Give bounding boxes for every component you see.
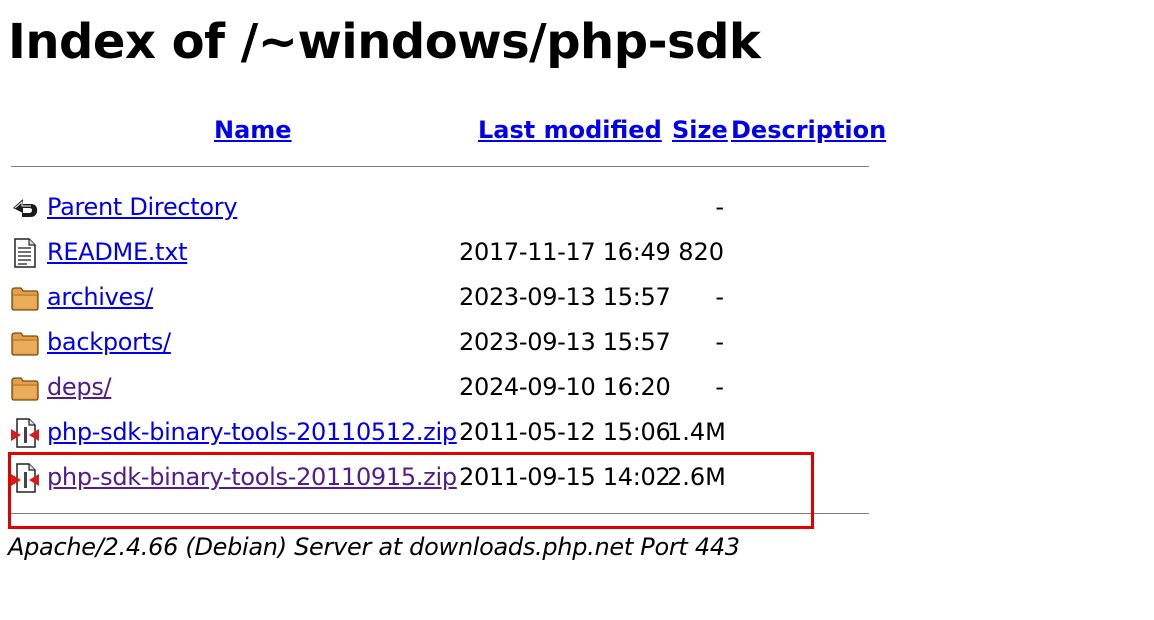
sort-by-description-link[interactable]: Description — [731, 114, 886, 146]
sort-by-name-link[interactable]: Name — [214, 114, 292, 146]
last-modified-cell: 2023-09-13 15:57 — [459, 328, 671, 356]
last-modified-cell: 2011-09-15 14:02 — [459, 463, 671, 491]
folder-icon — [10, 373, 40, 403]
table-row-backports: backports/ 2023-09-13 15:57 - — [0, 324, 900, 366]
last-modified-cell: 2017-11-17 16:49 — [459, 238, 671, 266]
table-row-sdk-20110512: php-sdk-binary-tools-20110512.zip 2011-0… — [0, 414, 900, 456]
size-cell: 2.6M — [667, 463, 726, 491]
compressed-file-icon — [10, 418, 40, 448]
header-divider — [11, 166, 869, 167]
archives-folder-link[interactable]: archives/ — [47, 281, 153, 313]
parent-directory-link[interactable]: Parent Directory — [47, 191, 238, 223]
size-cell: - — [715, 193, 724, 221]
table-row-parent-directory: Parent Directory - — [0, 189, 900, 231]
footer-divider — [11, 513, 869, 514]
back-arrow-icon — [10, 193, 40, 223]
last-modified-cell: 2023-09-13 15:57 — [459, 283, 671, 311]
table-row-sdk-20110915: php-sdk-binary-tools-20110915.zip 2011-0… — [0, 459, 900, 501]
sort-by-size-link[interactable]: Size — [672, 114, 728, 146]
sort-by-last-modified-link[interactable]: Last modified — [478, 114, 662, 146]
sdk-20110512-zip-link[interactable]: php-sdk-binary-tools-20110512.zip — [47, 416, 457, 448]
folder-icon — [10, 283, 40, 313]
deps-folder-link[interactable]: deps/ — [47, 371, 112, 403]
folder-icon — [10, 328, 40, 358]
size-cell: - — [715, 283, 724, 311]
table-row-archives: archives/ 2023-09-13 15:57 - — [0, 279, 900, 321]
text-file-icon — [10, 238, 40, 268]
compressed-file-icon — [10, 463, 40, 493]
size-cell: 820 — [678, 238, 724, 266]
readme-file-link[interactable]: README.txt — [47, 236, 188, 268]
table-row-readme: README.txt 2017-11-17 16:49 820 — [0, 234, 900, 276]
last-modified-cell: 2011-05-12 15:06 — [459, 418, 671, 446]
server-signature: Apache/2.4.66 (Debian) Server at downloa… — [8, 533, 740, 561]
table-row-deps: deps/ 2024-09-10 16:20 - — [0, 369, 900, 411]
directory-listing: Name Last modified Size Description Pare… — [0, 0, 1154, 620]
backports-folder-link[interactable]: backports/ — [47, 326, 171, 358]
size-cell: - — [715, 373, 724, 401]
sdk-20110915-zip-link[interactable]: php-sdk-binary-tools-20110915.zip — [47, 461, 457, 493]
size-cell: - — [715, 328, 724, 356]
last-modified-cell: 2024-09-10 16:20 — [459, 373, 671, 401]
size-cell: 1.4M — [667, 418, 726, 446]
